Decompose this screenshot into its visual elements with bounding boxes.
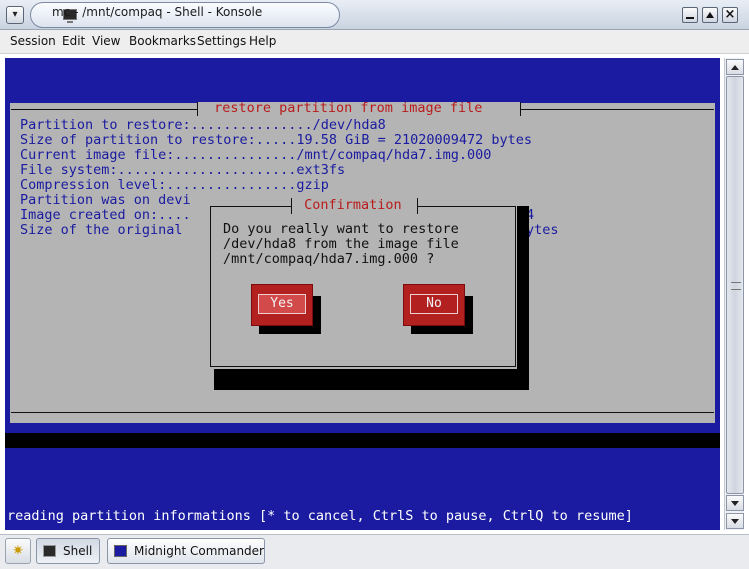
menu-bar: Session Edit View Bookmarks Settings Hel… [0, 30, 749, 54]
no-button[interactable]: No [403, 284, 465, 326]
scroll-up-arrow-icon[interactable] [726, 59, 744, 75]
dialog-message-line-3: /mnt/compaq/hda7.img.000 ? [223, 251, 435, 267]
menu-view[interactable]: View [92, 34, 120, 48]
dialog-title: Confirmation [296, 197, 410, 213]
menu-edit[interactable]: Edit [62, 34, 85, 48]
info-line-original-size: Size of the original [20, 222, 191, 238]
tab-midnight-commander[interactable]: Midnight Commander [107, 538, 265, 564]
window-titlebar: ▾ mc - /mnt/compaq - Shell - Konsole × [0, 0, 749, 30]
terminal-icon [43, 545, 56, 557]
new-session-icon[interactable]: ✷ [5, 538, 31, 564]
no-button-label: No [410, 294, 458, 314]
scroll-down-arrow-icon-2[interactable] [726, 513, 744, 529]
dialog-message-line-1: Do you really want to restore [223, 221, 459, 237]
scroll-down-arrow-icon[interactable] [726, 495, 744, 511]
tab-shell-label: Shell [63, 544, 93, 558]
info-line-device: Partition was on devi [20, 192, 191, 208]
minimize-button[interactable] [682, 7, 698, 23]
info-line-size: Size of partition to restore:.....19.58 … [20, 132, 533, 148]
dialog-title-box: Confirmation [291, 198, 418, 214]
confirmation-dialog: Confirmation Do you really want to resto… [209, 198, 517, 369]
info-line-partition: Partition to restore:.............../dev… [20, 117, 386, 133]
midnight-commander-icon [114, 545, 127, 557]
window-title: mc - /mnt/compaq - Shell - Konsole [52, 5, 263, 19]
info-line-compression: Compression level:................gzip [20, 177, 329, 193]
menu-bookmarks[interactable]: Bookmarks [129, 34, 196, 48]
menu-settings[interactable]: Settings [197, 34, 246, 48]
menu-session[interactable]: Session [10, 34, 56, 48]
status-line: reading partition informations [* to can… [7, 508, 633, 524]
yes-button-label: Yes [258, 294, 306, 314]
info-line-filesystem: File system:......................ext3fs [20, 162, 346, 178]
menu-help[interactable]: Help [249, 34, 276, 48]
info-line-created: Image created on:.... [20, 207, 191, 223]
separator-band [5, 433, 720, 448]
yes-button[interactable]: Yes [251, 284, 313, 326]
terminal-scrollbar[interactable] [724, 58, 744, 530]
maximize-button[interactable] [702, 7, 718, 23]
info-tail-original-size: ytes [526, 222, 559, 238]
window-menu-button[interactable]: ▾ [6, 6, 24, 24]
close-button[interactable]: × [722, 7, 738, 23]
terminal-area[interactable]: restore partition from image file Partit… [5, 58, 720, 530]
taskbar: ✷ Shell Midnight Commander [0, 534, 749, 569]
tab-shell[interactable]: Shell [36, 538, 100, 564]
scrollbar-grip-icon [731, 282, 741, 290]
info-line-image-file: Current image file:.............../mnt/c… [20, 147, 492, 163]
tab-midnight-commander-label: Midnight Commander [134, 544, 264, 558]
scrollbar-thumb[interactable] [726, 76, 744, 494]
panel-title-box: restore partition from image file [197, 100, 521, 116]
panel-title: restore partition from image file [206, 100, 491, 116]
dialog-message-line-2: /dev/hda8 from the image file [223, 236, 459, 252]
